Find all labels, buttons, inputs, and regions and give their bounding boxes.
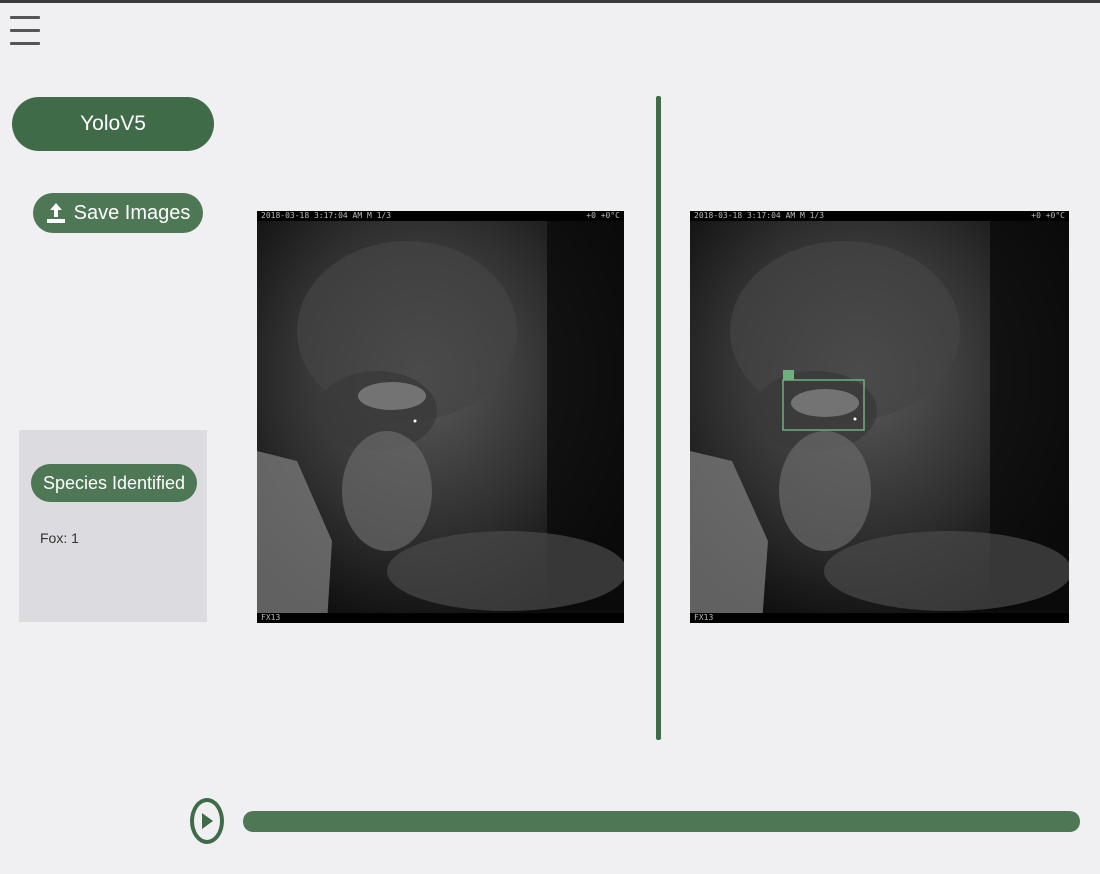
image-divider [656,96,661,740]
overlay-temperature: +0 +0°C [1031,211,1065,220]
save-button-label: Save Images [73,201,191,224]
progress-fill [243,811,1080,832]
save-images-button[interactable]: Save Images [33,193,203,233]
original-image: 2018-03-18 3:17:04 AM M 1/3 +0 +0°C FX13 [257,211,624,623]
image-overlay-bottom: FX13 [690,613,1069,623]
camera-trap-image [690,211,1069,623]
model-select-button[interactable]: YoloV5 [12,97,214,151]
detected-image: 2018-03-18 3:17:04 AM M 1/3 +0 +0°C FX13 [690,211,1069,623]
playback-progress-bar[interactable] [243,811,1080,832]
menu-line [10,29,40,32]
species-panel: Species Identified Fox: 1 [19,430,207,622]
species-panel-title: Species Identified [31,464,197,502]
overlay-camera-id: FX13 [261,613,281,622]
upload-icon [46,203,65,223]
model-button-label: YoloV5 [80,112,146,135]
image-overlay-top: 2018-03-18 3:17:04 AM M 1/3 +0 +0°C [257,211,624,221]
detection-label-tag [783,370,794,380]
top-border [0,0,1100,3]
overlay-timestamp: 2018-03-18 3:17:04 AM M 1/3 [261,211,392,220]
play-button[interactable] [190,798,224,844]
overlay-temperature: +0 +0°C [586,211,620,220]
image-overlay-bottom: FX13 [257,613,624,623]
overlay-camera-id: FX13 [694,613,714,622]
hamburger-icon[interactable] [10,16,40,54]
menu-line [10,42,40,45]
play-icon [202,813,213,829]
overlay-timestamp: 2018-03-18 3:17:04 AM M 1/3 [694,211,825,220]
menu-line [10,16,40,19]
species-count: Fox: 1 [40,530,79,546]
camera-trap-image [257,211,624,623]
species-title-text: Species Identified [42,472,186,493]
image-overlay-top: 2018-03-18 3:17:04 AM M 1/3 +0 +0°C [690,211,1069,221]
